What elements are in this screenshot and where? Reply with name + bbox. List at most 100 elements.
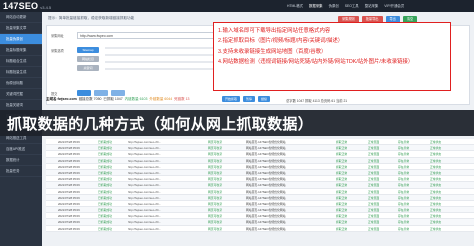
sidebar-item[interactable]: 批量采集文章 [0, 23, 42, 34]
sidebar-item[interactable]: 网站自动更新 [0, 12, 42, 23]
table-cell-status: 已抓取成功 [98, 140, 112, 144]
resume-button[interactable]: 继续 [258, 96, 271, 102]
table-cell-url[interactable]: http://fwjseo.com/seo-zhi... [128, 170, 161, 176]
form-button[interactable] [77, 90, 91, 96]
table-cell-c2: 网站首页-147SEO智能优化网站 [246, 170, 286, 175]
table-cell-url[interactable]: http://fwjseo.com/seo-zhi... [128, 213, 161, 219]
table-cell-time: 2021/07/28 05:06 [58, 177, 80, 182]
pause-button[interactable]: 暂停 [243, 96, 256, 102]
table-cell-status: 已抓取成功 [98, 201, 112, 206]
table-cell-status: 已抓取成功 [98, 152, 112, 157]
table-cell-c6: 正常状态 [430, 152, 442, 157]
table-cell-url[interactable]: http://fwjseo.com/seo-zhi... [128, 145, 161, 151]
form-button[interactable] [111, 90, 125, 96]
table-cell-url[interactable]: http://fwjseo.com/seo-zhi... [128, 164, 161, 170]
table-cell-url[interactable]: http://fwjseo.com/seo-zhi... [128, 151, 161, 157]
option-chips: Sitemap 网站栏目 关键词 [77, 47, 99, 71]
main-nav: HTML格式 数据采集 伪原创 SEO工具 整站采集 VIP/开通会员 [284, 0, 407, 12]
table-cell-c3: 抓取正常 [336, 183, 348, 188]
option-sitemap[interactable]: Sitemap [77, 47, 99, 53]
table-cell-c1: 网页可收录 [208, 164, 222, 169]
table-row[interactable]: 2021/07/28 05:06 已抓取成功 http://fwjseo.com/s… [46, 225, 474, 232]
option-columns[interactable]: 网站栏目 [77, 56, 99, 62]
table-cell-c6: 正常状态 [430, 170, 442, 175]
logo-version: v3.4.5 [40, 5, 52, 10]
app-logo[interactable]: 147SEO v3.4.5 [3, 1, 51, 11]
banner-title: 抓取数据的几种方式（如何从网上抓取数据） [7, 116, 314, 133]
feature-callout: 1.输入域名即可下载导出指定网站任意格式内容 2.指定抓取目标（图片/视频/标题… [213, 22, 451, 91]
table-cell-url[interactable]: http://fwjseo.com/seo-zhi... [128, 189, 161, 195]
table-cell-c4: 正常页面 [368, 164, 380, 169]
table-cell-url[interactable]: http://fwjseo.com/seo-zhi... [128, 226, 161, 232]
table-cell-c1: 网页可收录 [208, 189, 222, 194]
site-domain: fwjseo.com [57, 97, 77, 101]
sidebar-item-active[interactable]: 批量伪原创 [0, 34, 42, 45]
start-crawl-button[interactable]: 开始抓取 [222, 96, 241, 102]
sidebar-item[interactable]: 百度API推送 [0, 144, 42, 155]
table-cell-c1: 网页可收录 [208, 183, 222, 188]
table-cell-c5: 存在异常 [398, 140, 410, 144]
callout-line: 3.支持未收录链接生成网站地图（百度/谷歌） [218, 48, 327, 55]
table-cell-status: 已抓取成功 [98, 220, 112, 225]
results-table: 2021/07/28 05:06 已抓取成功 http://fwjseo.com/s… [46, 139, 474, 232]
table-cell-time: 2021/07/28 05:06 [58, 152, 80, 157]
table-cell-c2: 网站首页-147SEO智能优化网站 [246, 140, 286, 144]
table-cell-c6: 正常状态 [430, 177, 442, 182]
table-cell-url[interactable]: http://fwjseo.com/seo-zhi... [128, 176, 161, 182]
table-cell-time: 2021/07/28 05:06 [58, 214, 80, 219]
table-cell-c2: 网站首页-147SEO智能优化网站 [246, 214, 286, 219]
form-button[interactable] [94, 90, 108, 96]
table-cell-c1: 网页可收录 [208, 201, 222, 206]
table-cell-c2: 网站首页-147SEO智能优化网站 [246, 226, 286, 231]
table-cell-url[interactable]: http://fwjseo.com/seo-zhi... [128, 201, 161, 207]
table-cell-c4: 正常页面 [368, 170, 380, 175]
table-cell-url[interactable]: http://fwjseo.com/seo-zhi... [128, 139, 161, 145]
table-cell-url[interactable]: http://fwjseo.com/seo-zhi... [128, 158, 161, 164]
nav-item-collect[interactable]: 数据采集 [306, 0, 326, 12]
table-cell-time: 2021/07/28 05:06 [58, 220, 80, 225]
table-cell-status: 已抓取成功 [98, 189, 112, 194]
stat-label: 外链数量 [149, 97, 164, 101]
table-cell-c2: 网站首页-147SEO智能优化网站 [246, 183, 286, 188]
sidebar-item[interactable]: 关键词挖掘 [0, 89, 42, 100]
table-cell-c2: 网站首页-147SEO智能优化网站 [246, 177, 286, 182]
table-cell-c5: 存在异常 [398, 214, 410, 219]
callout-line: 1.输入域名即可下载导出指定网站任意格式内容 [218, 28, 331, 34]
table-cell-c3: 抓取正常 [336, 152, 348, 157]
table-cell-status: 已抓取成功 [98, 208, 112, 213]
table-cell-c5: 存在异常 [398, 189, 410, 194]
stats-row: 主域名:fwjseo.com 链接总数 7050 已抓取 1047 内链数量 6… [46, 97, 190, 102]
sidebar-item[interactable]: 数据统计 [0, 155, 42, 166]
table-cell-status: 已抓取成功 [98, 183, 112, 188]
nav-item-site-collect[interactable]: 整站采集 [362, 0, 382, 12]
table-cell-c4: 正常页面 [368, 220, 380, 225]
table-cell-c1: 网页可收录 [208, 152, 222, 157]
sidebar-item[interactable]: 标题批量生成 [0, 67, 42, 78]
table-cell-c2: 网站首页-147SEO智能优化网站 [246, 164, 286, 169]
nav-item-html[interactable]: HTML格式 [284, 0, 306, 12]
stat-label: 链接总数 [78, 97, 93, 101]
table-cell-c4: 正常页面 [368, 195, 380, 200]
sidebar-item[interactable]: 伪原创标题 [0, 78, 42, 89]
table-cell-c6: 正常状态 [430, 201, 442, 206]
nav-item-seo-tools[interactable]: SEO工具 [342, 0, 362, 12]
table-cell-url[interactable]: http://fwjseo.com/seo-zhi... [128, 182, 161, 188]
top-nav-bar: 147SEO v3.4.5 HTML格式 数据采集 伪原创 SEO工具 整站采集… [0, 0, 474, 12]
table-cell-c2: 网站首页-147SEO智能优化网站 [246, 208, 286, 213]
table-cell-c6: 正常状态 [430, 220, 442, 225]
nav-item-rewrite[interactable]: 伪原创 [326, 0, 342, 12]
table-cell-status: 已抓取成功 [98, 226, 112, 231]
nav-item-vip[interactable]: VIP/开通会员 [381, 0, 407, 12]
table-cell-url[interactable]: http://fwjseo.com/seo-zhi... [128, 195, 161, 201]
table-cell-time: 2021/07/28 05:06 [58, 140, 80, 144]
table-cell-c6: 正常状态 [430, 183, 442, 188]
table-cell-url[interactable]: http://fwjseo.com/seo-zhi... [128, 219, 161, 225]
sidebar-item[interactable]: 批量标题采集 [0, 45, 42, 56]
table-cell-c3: 抓取正常 [336, 195, 348, 200]
table-cell-c1: 网页可收录 [208, 208, 222, 213]
table-cell-url[interactable]: http://fwjseo.com/seo-zhi... [128, 207, 161, 213]
sidebar-item[interactable]: 标题组合生成 [0, 56, 42, 67]
sidebar-item[interactable]: 批量任务 [0, 166, 42, 177]
url-input[interactable] [77, 32, 227, 39]
option-keywords[interactable]: 关键词 [77, 65, 99, 71]
